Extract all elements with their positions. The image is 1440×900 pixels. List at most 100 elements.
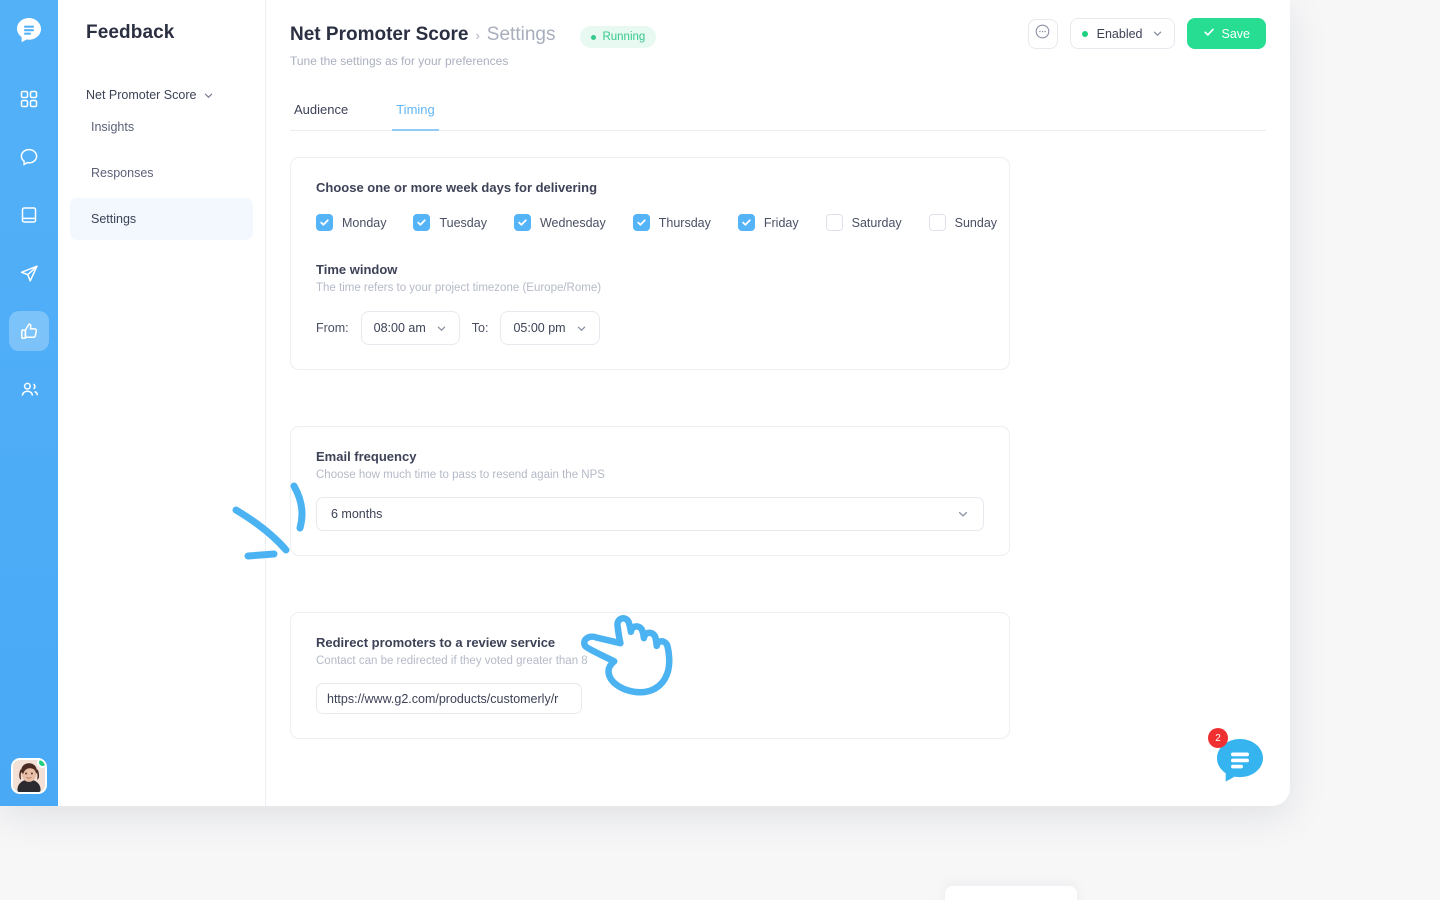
chat-icon — [18, 146, 40, 168]
tab-label: Audience — [294, 102, 349, 117]
email-frequency-select[interactable]: 6 months — [316, 497, 984, 531]
grid-icon — [19, 89, 39, 109]
checkbox-tuesday[interactable] — [413, 214, 431, 231]
checkbox-saturday[interactable] — [825, 214, 843, 231]
header-actions: Enabled Save — [1027, 18, 1266, 49]
sidebar-item-label: Insights — [91, 120, 135, 134]
page-subtitle: Tune the settings as for your preference… — [290, 54, 509, 68]
email-frequency-value: 6 months — [331, 507, 383, 521]
sidebar: Feedback Net Promoter Score Insights Res… — [58, 0, 266, 806]
unread-badge: 2 — [1208, 728, 1228, 748]
checkbox-sunday[interactable] — [928, 214, 946, 231]
breadcrumb-separator: › — [475, 27, 480, 43]
rail-item-dashboard[interactable] — [9, 79, 49, 119]
book-icon — [19, 205, 39, 225]
tab-timing[interactable]: Timing — [392, 102, 439, 131]
rail-item-campaigns[interactable] — [9, 253, 49, 293]
sidebar-group-label: Net Promoter Score — [86, 88, 197, 102]
from-time-value: 08:00 am — [373, 321, 426, 335]
rail-item-chat[interactable] — [9, 137, 49, 177]
status-dot-icon — [591, 34, 597, 40]
from-label: From: — [316, 321, 349, 335]
chevron-down-icon — [957, 508, 969, 520]
sidebar-title: Feedback — [86, 22, 175, 43]
background-ghost-card — [945, 886, 1077, 900]
redirect-title: Redirect promoters to a review service — [316, 635, 556, 650]
chat-launcher-button[interactable]: 2 — [1208, 728, 1266, 786]
breadcrumb-parent[interactable]: Net Promoter Score — [290, 24, 468, 46]
save-button-label: Save — [1221, 26, 1251, 41]
from-time-select[interactable]: 08:00 am — [360, 311, 460, 345]
main-content: Net Promoter Score › Settings Running Tu… — [266, 0, 1290, 806]
to-time-value: 05:00 pm — [513, 321, 566, 335]
enabled-dot-icon — [1081, 30, 1088, 37]
review-url-value: https://www.g2.com/products/customerly/r — [327, 691, 559, 706]
weekday-friday[interactable]: Friday — [737, 214, 799, 231]
chevron-down-icon — [203, 90, 214, 101]
online-status-dot — [37, 760, 45, 768]
more-options-button[interactable] — [1027, 18, 1058, 49]
sidebar-item-settings[interactable]: Settings — [70, 198, 253, 240]
status-badge-label: Running — [602, 31, 646, 43]
to-label: To: — [471, 321, 489, 335]
chat-bubble-icon — [1214, 739, 1266, 790]
chevron-down-icon — [1152, 28, 1163, 39]
save-button[interactable]: Save — [1186, 18, 1266, 49]
status-badge: Running — [580, 26, 657, 48]
icon-rail — [0, 0, 58, 806]
checkbox-wednesday[interactable] — [513, 214, 531, 231]
weekday-wednesday[interactable]: Wednesday — [513, 214, 606, 231]
chevron-down-icon — [436, 323, 447, 334]
breadcrumb: Net Promoter Score › Settings Running — [290, 22, 657, 48]
enabled-state-value: Enabled — [1096, 26, 1143, 41]
time-window-subtitle: The time refers to your project timezone… — [316, 282, 602, 294]
rail-item-feedback[interactable] — [9, 311, 49, 351]
checkbox-friday[interactable] — [737, 214, 755, 231]
weekday-sunday[interactable]: Sunday — [928, 214, 998, 231]
review-url-input[interactable]: https://www.g2.com/products/customerly/r — [316, 683, 582, 714]
timing-card: Choose one or more week days for deliver… — [290, 157, 1010, 370]
email-frequency-card: Email frequency Choose how much time to … — [290, 426, 1010, 556]
redirect-subtitle: Contact can be redirected if they voted … — [316, 655, 588, 667]
avatar[interactable] — [11, 758, 47, 794]
sidebar-item-responses[interactable]: Responses — [70, 152, 253, 194]
more-options-icon — [1034, 23, 1051, 45]
tab-audience[interactable]: Audience — [290, 102, 352, 131]
weekday-saturday[interactable]: Saturday — [825, 214, 902, 231]
weekdays-title: Choose one or more week days for deliver… — [316, 180, 598, 195]
weekday-label: Saturday — [851, 215, 902, 230]
sidebar-item-label: Settings — [91, 212, 137, 226]
weekday-label: Thursday — [658, 215, 711, 230]
redirect-card: Redirect promoters to a review service C… — [290, 612, 1010, 739]
weekday-tuesday[interactable]: Tuesday — [413, 214, 487, 231]
sidebar-item-insights[interactable]: Insights — [70, 106, 253, 148]
send-icon — [19, 263, 40, 284]
weekday-label: Wednesday — [539, 215, 606, 230]
check-icon — [1203, 26, 1215, 41]
checkbox-thursday[interactable] — [632, 214, 650, 231]
weekday-label: Friday — [763, 215, 799, 230]
to-time-select[interactable]: 05:00 pm — [500, 311, 600, 345]
checkbox-monday[interactable] — [316, 214, 333, 231]
weekday-label: Tuesday — [439, 215, 487, 230]
sidebar-group-nps[interactable]: Net Promoter Score — [58, 88, 265, 102]
time-window-section: Time window The time refers to your proj… — [316, 262, 984, 345]
weekday-label: Monday — [342, 215, 387, 230]
time-window-row: From: 08:00 am To: 05:00 pm — [316, 311, 984, 345]
weekday-monday[interactable]: Monday — [316, 214, 386, 231]
tab-bar: Audience Timing — [290, 102, 1266, 131]
app-window: Feedback Net Promoter Score Insights Res… — [0, 0, 1290, 806]
weekday-label: Sunday — [954, 215, 998, 230]
thumbs-up-icon — [19, 321, 40, 342]
weekday-thursday[interactable]: Thursday — [632, 214, 711, 231]
email-frequency-subtitle: Choose how much time to pass to resend a… — [316, 469, 605, 481]
rail-item-knowledge[interactable] — [9, 195, 49, 235]
customerly-logo-icon[interactable] — [10, 12, 48, 50]
breadcrumb-current: Settings — [486, 24, 556, 45]
time-window-title: Time window — [316, 262, 398, 277]
screenshot-root: Feedback Net Promoter Score Insights Res… — [0, 0, 1440, 900]
rail-item-contacts[interactable] — [9, 369, 49, 409]
weekday-checkbox-row: Monday Tuesday Wednesday Thursday Friday… — [316, 214, 997, 231]
enabled-state-select[interactable]: Enabled — [1069, 18, 1175, 49]
chevron-down-icon — [576, 323, 587, 334]
